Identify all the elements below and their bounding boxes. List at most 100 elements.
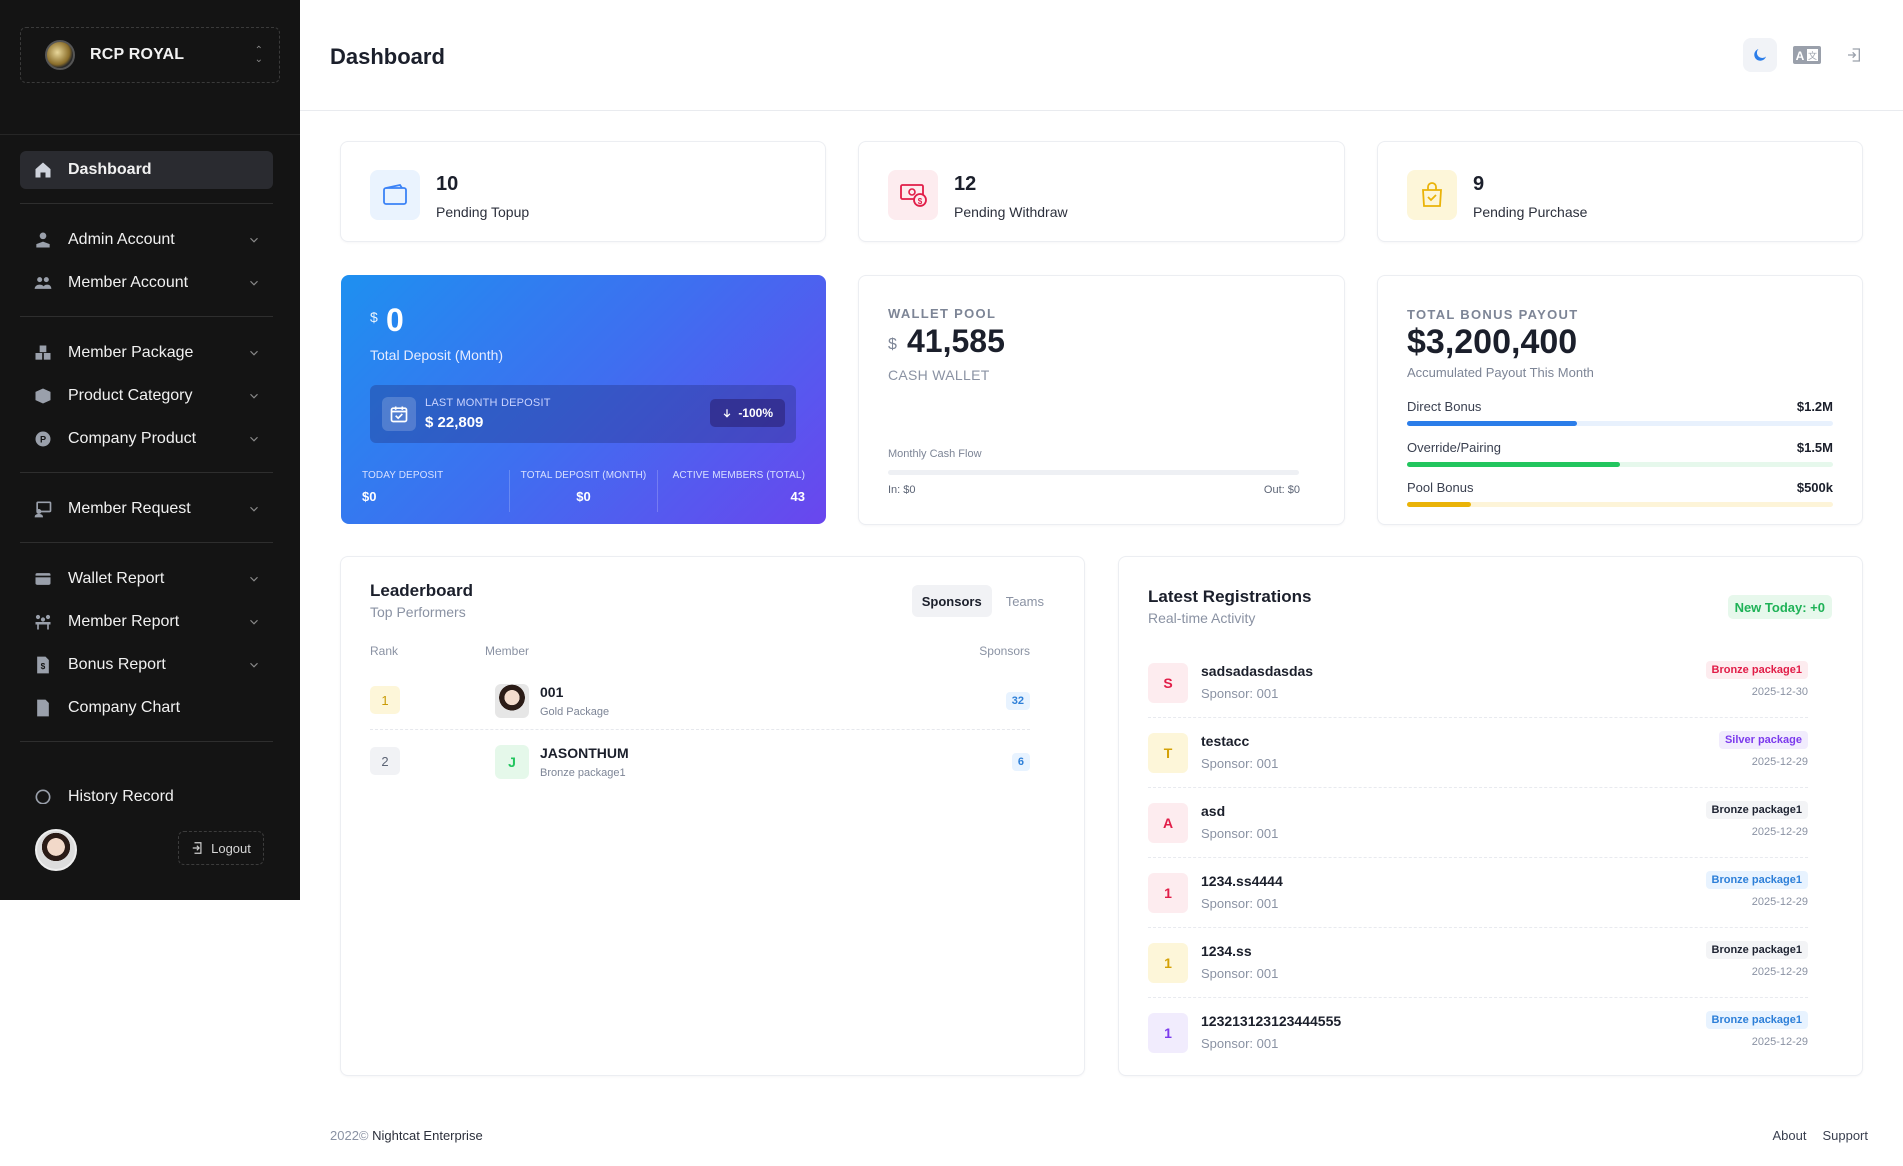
exit-button[interactable] [1837,38,1871,72]
avatar: T [1148,733,1188,773]
svg-text:P: P [40,434,46,444]
registrant-name: asd [1201,803,1226,819]
stat-card-withdraw[interactable]: $ 12 Pending Withdraw [858,141,1345,242]
brand-switcher[interactable]: RCP ROYAL ⌃ ⌄ [20,27,280,83]
tab-sponsors[interactable]: Sponsors [911,585,992,617]
registrations-card: Latest Registrations Real-time Activity … [1118,556,1863,1076]
top-header: Dashboard A文 [300,0,1903,111]
list-item[interactable]: Ttestacc Sponsor: 001 Silver package 2025-1… [1148,718,1808,788]
team-icon [32,612,54,632]
avatar [495,684,529,718]
bonus-row-override: Override/Pairing $1.5M [1407,440,1833,467]
rank-badge: 1 [370,686,400,714]
list-item[interactable]: 1 123213123123444555 Sponsor: 001 Bronze pa… [1148,998,1808,1068]
stat-label: Pending Purchase [1473,204,1588,220]
sidebar-item-company-chart[interactable]: Company Chart [20,689,273,727]
stat-label: Pending Withdraw [954,204,1068,220]
sidebar-footer: Logout [0,808,300,900]
avatar: J [495,745,529,779]
sidebar-item-member-report[interactable]: Member Report [20,603,273,641]
divider [20,203,273,204]
logout-label: Logout [211,840,251,856]
sidebar-item-admin-account[interactable]: Admin Account [20,221,273,259]
avatar: 1 [1148,873,1188,913]
registration-date: 2025-12-29 [1751,966,1808,978]
sponsor-count: 6 [1011,753,1030,771]
sidebar-item-bonus-report[interactable]: $ Bonus Report [20,646,273,684]
sidebar-item-label: Company Product [68,430,197,447]
page-footer: 2022© Nightcat Enterprise About Support [330,1128,1868,1143]
logout-button[interactable]: Logout [178,831,264,865]
table-row[interactable]: 2 J JASONTHUM Bronze package1 6 [370,731,1030,791]
footer-key: ACTIVE MEMBERS (TOTAL) [672,470,805,481]
registration-date: 2025-12-30 [1751,686,1808,698]
divider [0,134,300,135]
avatar: 1 [1148,943,1188,983]
divider [20,316,273,317]
column-header-sponsors: Sponsors [979,644,1030,658]
sidebar-item-label: Admin Account [68,231,175,248]
bonus-value: $1.2M [1796,399,1833,414]
column-header-rank: Rank [370,644,399,658]
table-row[interactable]: 1 001 Gold Package 32 [370,670,1030,730]
package-badge: Silver package [1718,731,1808,749]
sidebar-item-product-category[interactable]: Product Category [20,377,273,415]
registrant-sponsor: Sponsor: 001 [1201,756,1279,771]
new-today-badge: New Today: +0 [1727,595,1832,619]
footer-link-support[interactable]: Support [1822,1128,1868,1143]
rank-badge: 2 [370,747,400,775]
registrant-name: sadsadasdasdas [1201,663,1314,679]
theme-toggle-button[interactable] [1743,38,1777,72]
sidebar-item-company-product[interactable]: P Company Product [20,420,273,458]
package-badge: Bronze package1 [1705,661,1808,679]
bonus-amount: $3,200,400 [1407,323,1578,361]
avatar[interactable] [35,829,77,871]
bonus-name: Pool Bonus [1407,480,1474,495]
currency-symbol: $ [370,309,378,325]
last-month-label: LAST MONTH DEPOSIT [425,397,551,409]
chevron-down-icon [250,280,258,286]
sidebar-item-history-record[interactable]: History Record [20,784,273,804]
cash-flow-label: Monthly Cash Flow [888,448,982,460]
sidebar-item-wallet-report[interactable]: Wallet Report [20,560,273,598]
admin-icon [32,230,54,250]
footer-link-about[interactable]: About [1772,1128,1806,1143]
sidebar-item-label: History Record [68,788,174,804]
deposit-label: Total Deposit (Month) [370,347,504,363]
list-item[interactable]: Ssadsadasdasdas Sponsor: 001 Bronze packag… [1148,648,1808,718]
brand-name: RCP ROYAL [90,46,185,63]
wallet-amount: 41,585 [907,323,1005,359]
tab-teams[interactable]: Teams [996,585,1054,617]
stat-card-purchase[interactable]: 9 Pending Purchase [1377,141,1863,242]
list-item[interactable]: Aasd Sponsor: 001 Bronze package1 2025-12-2… [1148,788,1808,858]
package-badge: Bronze package1 [1705,941,1808,959]
sidebar-item-member-package[interactable]: Member Package [20,334,273,372]
deposit-value: 0 [386,302,404,338]
cash-flow-bar [888,470,1299,475]
member-name: JASONTHUM [540,745,629,761]
translate-icon: A文 [1793,46,1821,64]
change-value: -100% [738,406,773,420]
progress-track [1407,421,1833,426]
sidebar-item-label: Company Chart [68,699,181,716]
sidebar-item-member-account[interactable]: Member Account [20,264,273,302]
footer-value: $0 [576,489,591,504]
sidebar-item-member-request[interactable]: Member Request [20,490,273,528]
sidebar-item-dashboard[interactable]: Dashboard [20,151,273,189]
svg-text:A: A [1796,49,1805,63]
stat-value: 9 [1473,173,1485,195]
footer-company[interactable]: Nightcat Enterprise [372,1128,483,1143]
stat-value: 10 [436,173,459,195]
stat-card-topup[interactable]: 10 Pending Topup [340,141,826,242]
sidebar-item-label: Product Category [68,387,193,404]
progress-fill [1407,462,1620,467]
package-badge: Bronze package1 [1705,1011,1808,1029]
bonus-value: $500k [1796,480,1833,495]
language-button[interactable]: A文 [1790,38,1824,72]
list-item[interactable]: 1 1234.ss Sponsor: 001 Bronze package1 2025-… [1148,928,1808,998]
leaderboard-tabs: Sponsors Teams [911,585,1054,617]
list-item[interactable]: 1 1234.ss4444 Sponsor: 001 Bronze package1 2… [1148,858,1808,928]
registrations-title: Latest Registrations [1148,587,1312,606]
svg-text:$: $ [41,661,46,671]
arrow-down-icon [723,409,731,418]
